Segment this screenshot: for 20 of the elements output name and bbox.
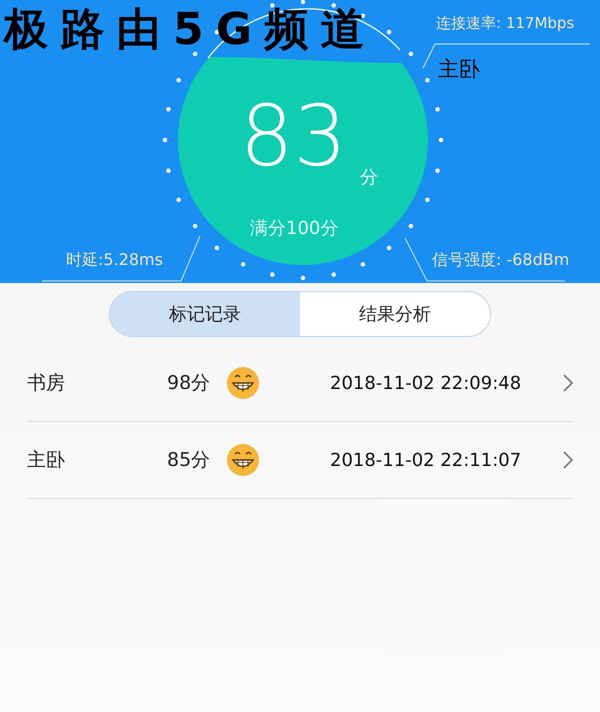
chevron-right-icon (563, 374, 573, 392)
chevron-right-icon (563, 451, 573, 469)
location-label: 主卧 (438, 56, 480, 83)
grin-face-icon (226, 443, 260, 477)
grin-face-icon (226, 366, 260, 400)
record-row[interactable]: 主卧 85分 2018-11-02 22:11:07 (27, 422, 573, 499)
signal-label: 信号强度: -68dBm (432, 249, 570, 271)
speed-label: 连接速率: 117Mbps (436, 13, 574, 34)
score-value: 83 (240, 88, 347, 184)
record-name: 书房 (27, 370, 66, 396)
full-score-label: 满分100分 (250, 217, 338, 241)
record-score: 98分 (167, 370, 212, 396)
record-time: 2018-11-02 22:09:48 (330, 372, 522, 396)
score-unit: 分 (360, 166, 378, 190)
record-name: 主卧 (27, 448, 66, 473)
latency-label: 时延:5.28ms (66, 249, 163, 271)
record-time: 2018-11-02 22:11:07 (330, 448, 522, 472)
record-score: 85分 (167, 448, 212, 473)
record-row[interactable]: 书房 98分 2018-11-02 22:09:48 (27, 345, 573, 422)
tab[interactable]: 标记记录 (110, 292, 300, 336)
